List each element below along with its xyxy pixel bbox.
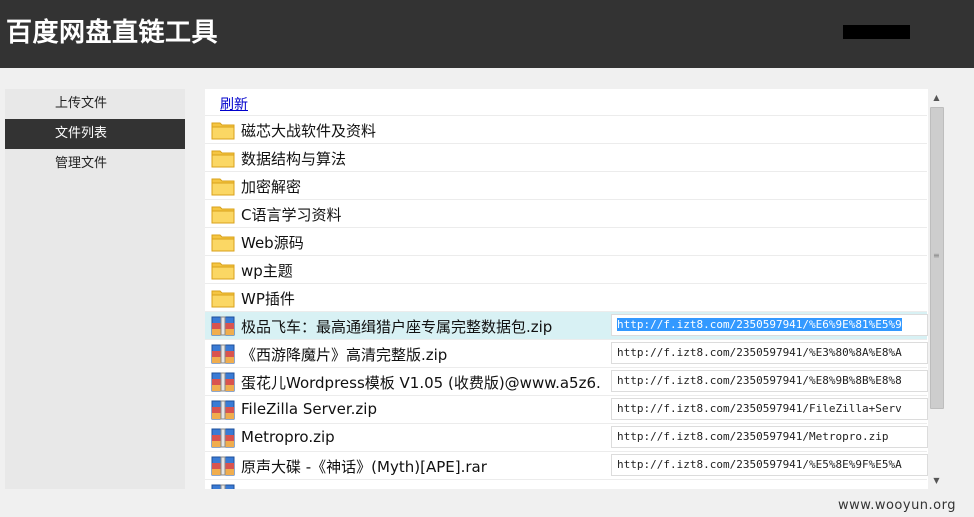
folder-icon (211, 120, 235, 140)
refresh-link[interactable]: 刷新 (220, 94, 248, 114)
scroll-down-arrow-icon[interactable]: ▼ (928, 472, 945, 489)
folder-row[interactable]: 数据结构与算法 (205, 143, 927, 172)
archive-icon (211, 428, 235, 448)
file-name: Metropro.zip (241, 428, 335, 446)
folder-row[interactable]: 磁芯大战软件及资料 (205, 115, 927, 144)
app-title: 百度网盘直链工具 (6, 18, 219, 48)
scroll-grip-icon: ≡ (933, 251, 940, 260)
folder-icon (211, 260, 235, 280)
folder-row[interactable]: C语言学习资料 (205, 199, 927, 228)
folder-row[interactable]: wp主题 (205, 255, 927, 284)
direct-link-field[interactable]: http://f.izt8.com/2350597941/%E6%9E%81%E… (611, 314, 928, 336)
folder-icon (211, 204, 235, 224)
file-row[interactable]: Metropro.zip http://f.izt8.com/235059794… (205, 423, 928, 452)
file-name: 《西游降魔片》高清完整版.zip (241, 346, 448, 364)
sidebar-item-upload[interactable]: 上传文件 (5, 89, 185, 119)
folder-name: 加密解密 (241, 178, 302, 196)
file-row[interactable]: 极品飞车：最高通缉猎户座专属完整数据包.zip http://f.izt8.co… (205, 311, 928, 340)
archive-icon (211, 400, 235, 420)
file-name: 极品飞车：最高通缉猎户座专属完整数据包.zip (241, 318, 553, 336)
file-row[interactable]: 蛋花儿Wordpress模板 V1.05 (收费版)@www.a5z6. htt… (205, 367, 928, 396)
sidebar: 上传文件 文件列表 管理文件 (5, 89, 185, 489)
archive-icon (211, 484, 235, 489)
folder-row[interactable]: 加密解密 (205, 171, 927, 200)
file-name: 原声大碟 -《神话》(Myth)[APE].rar (241, 458, 487, 476)
file-name: 蛋花儿Wordpress模板 V1.05 (收费版)@www.a5z6. (241, 374, 601, 392)
file-row[interactable]: 《西游降魔片》高清完整版.zip http://f.izt8.com/23505… (205, 339, 928, 368)
direct-link-field[interactable]: http://f.izt8.com/2350597941/%E8%9B%8B%E… (611, 370, 928, 392)
direct-link-text: http://f.izt8.com/2350597941/%E6%9E%81%E… (617, 318, 902, 331)
file-row-partial[interactable] (205, 479, 927, 489)
folder-name: C语言学习资料 (241, 206, 342, 224)
folder-name: Web源码 (241, 234, 304, 252)
sidebar-item-manage[interactable]: 管理文件 (5, 149, 185, 179)
scrollbar-thumb[interactable]: ≡ (930, 107, 944, 409)
direct-link-field[interactable]: http://f.izt8.com/2350597941/Metropro.zi… (611, 426, 928, 448)
file-row[interactable]: FileZilla Server.zip http://f.izt8.com/2… (205, 395, 928, 424)
file-name: FileZilla Server.zip (241, 400, 377, 418)
direct-link-field[interactable]: http://f.izt8.com/2350597941/FileZilla+S… (611, 398, 928, 420)
direct-link-field[interactable]: http://f.izt8.com/2350597941/%E3%80%8A%E… (611, 342, 928, 364)
file-list-panel: 刷新 磁芯大战软件及资料 数据结构与算法 加密解密 C语言学习资料 Web源码 … (205, 89, 945, 489)
file-row[interactable]: 原声大碟 -《神话》(Myth)[APE].rar http://f.izt8.… (205, 451, 928, 480)
folder-name: 数据结构与算法 (241, 150, 347, 168)
folder-icon (211, 176, 235, 196)
folder-row[interactable]: WP插件 (205, 283, 927, 312)
folder-icon (211, 148, 235, 168)
archive-icon (211, 344, 235, 364)
folder-name: WP插件 (241, 290, 295, 308)
direct-link-field[interactable]: http://f.izt8.com/2350597941/%E5%8E%9F%E… (611, 454, 928, 476)
app-header: 百度网盘直链工具 (0, 0, 974, 68)
archive-icon (211, 316, 235, 336)
folder-icon (211, 288, 235, 308)
archive-icon (211, 372, 235, 392)
vertical-scrollbar[interactable]: ▲ ≡ ▼ (928, 89, 945, 489)
folder-name: wp主题 (241, 262, 293, 280)
folder-name: 磁芯大战软件及资料 (241, 122, 377, 140)
archive-icon (211, 456, 235, 476)
folder-icon (211, 232, 235, 252)
scroll-up-arrow-icon[interactable]: ▲ (928, 89, 945, 106)
folder-row[interactable]: Web源码 (205, 227, 927, 256)
sidebar-item-file-list[interactable]: 文件列表 (5, 119, 185, 149)
watermark: www.wooyun.org (838, 498, 957, 513)
redacted-user-block (843, 25, 910, 39)
